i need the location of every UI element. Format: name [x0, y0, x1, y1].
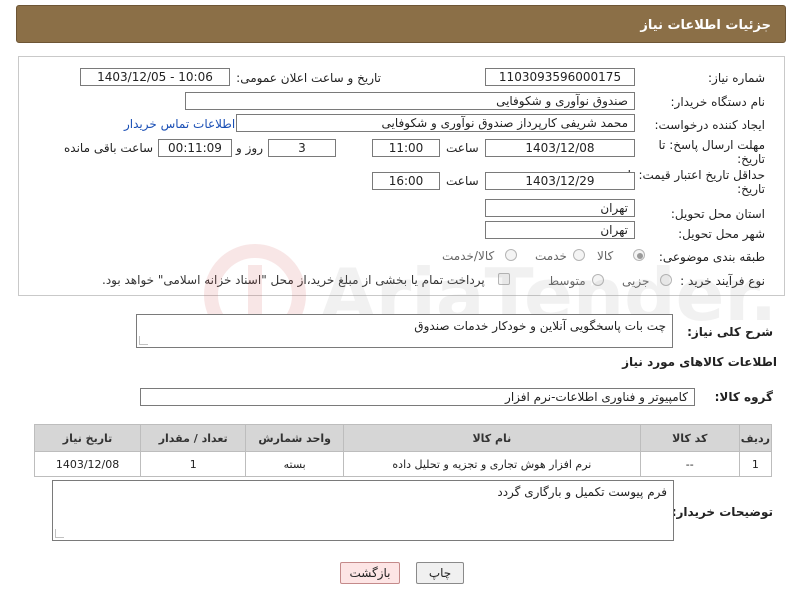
page-title-bar: جزئیات اطلاعات نیاز — [16, 5, 786, 43]
validity-time-field[interactable]: 16:00 — [372, 172, 440, 190]
buyer-contact-link[interactable]: اطلاعات تماس خریدار — [124, 117, 235, 131]
process-option-minor: جزیی — [622, 274, 650, 288]
cell-row: 1 — [738, 451, 773, 477]
deadline-label: مهلت ارسال پاسخ: تا — [658, 138, 765, 152]
category-label: طبقه بندی موضوعی: — [658, 250, 765, 264]
goods-group-field[interactable]: کامپیوتر و فناوری اطلاعات-نرم افزار — [140, 388, 695, 406]
category-option-both: کالا/خدمت — [442, 249, 495, 263]
resize-grip-icon[interactable] — [139, 336, 148, 345]
remaining-time-field[interactable]: 00:11:09 — [158, 139, 232, 157]
deadline-label-date: تاریخ: — [737, 152, 765, 166]
page-title: جزئیات اطلاعات نیاز — [640, 18, 771, 33]
province-label: استان محل تحویل: — [670, 207, 765, 221]
resize-grip-icon[interactable] — [55, 529, 64, 538]
goods-table: ردیف کد کالا نام کالا واحد شمارش تعداد /… — [33, 424, 773, 477]
goods-group-label: گروه کالا: — [714, 390, 773, 404]
treasury-payment-checkbox[interactable] — [498, 273, 510, 285]
category-option-service: خدمت — [535, 249, 567, 263]
description-text: چت بات پاسخگویی آنلاین و خودکار خدمات صن… — [414, 319, 666, 333]
deadline-time-label: ساعت — [446, 141, 479, 155]
cell-code: -- — [639, 451, 740, 477]
validity-label-date: تاریخ: — [737, 182, 765, 196]
need-number-label: شماره نیاز: — [708, 71, 765, 85]
col-qty: تعداد / مقدار — [140, 424, 247, 452]
back-button[interactable]: بازگشت — [340, 562, 400, 584]
deadline-date-field[interactable]: 1403/12/08 — [485, 139, 635, 157]
category-radio-goods[interactable] — [633, 249, 645, 261]
description-label: شرح کلی نیاز: — [687, 325, 773, 339]
remaining-time-label: ساعت باقی مانده — [64, 141, 154, 155]
announce-date-field[interactable]: 1403/12/05 - 10:06 — [80, 68, 230, 86]
days-field[interactable]: 3 — [268, 139, 336, 157]
buyer-notes-textarea[interactable]: فرم پیوست تکمیل و بارگاری گردد — [52, 480, 674, 541]
cell-unit: بسته — [245, 451, 345, 477]
buyer-notes-label: توضیحات خریدار: — [671, 505, 773, 519]
col-unit: واحد شمارش — [245, 424, 345, 452]
buyer-notes-text: فرم پیوست تکمیل و بارگاری گردد — [497, 485, 667, 499]
col-row: ردیف — [738, 424, 773, 452]
validity-label: حداقل تاریخ اعتبار قیمت: تا — [627, 168, 765, 182]
treasury-payment-note: پرداخت تمام یا بخشی از مبلغ خرید،از محل … — [102, 273, 485, 287]
buyer-org-field[interactable]: صندوق نوآوری و شکوفایی — [185, 92, 635, 110]
col-date: تاریخ نیاز — [33, 424, 142, 452]
validity-date-field[interactable]: 1403/12/29 — [485, 172, 635, 190]
col-name: نام کالا — [343, 424, 641, 452]
announce-date-label: تاریخ و ساعت اعلان عمومی: — [236, 71, 381, 85]
table-row[interactable]: 1 -- نرم افزار هوش تجاری و تجزیه و تحلیل… — [33, 451, 773, 477]
category-radio-both[interactable] — [505, 249, 517, 261]
cell-qty: 1 — [140, 451, 247, 477]
print-button[interactable]: چاپ — [416, 562, 464, 584]
process-option-medium: متوسط — [548, 274, 586, 288]
validity-time-label: ساعت — [446, 174, 479, 188]
creator-field[interactable]: محمد شریفی کارپرداز صندوق نوآوری و شکوفا… — [236, 114, 635, 132]
cell-name: نرم افزار هوش تجاری و تجزیه و تحلیل داده — [343, 451, 641, 477]
need-number-field[interactable]: 1103093596000175 — [485, 68, 635, 86]
city-label: شهر محل تحویل: — [678, 227, 765, 241]
creator-label: ایجاد کننده درخواست: — [654, 118, 765, 132]
goods-section-title: اطلاعات کالاهای مورد نیاز — [622, 355, 777, 369]
buyer-org-label: نام دستگاه خریدار: — [670, 95, 766, 109]
process-radio-minor[interactable] — [660, 274, 672, 286]
col-code: کد کالا — [639, 424, 740, 452]
category-option-goods: کالا — [597, 249, 614, 263]
cell-date: 1403/12/08 — [33, 451, 142, 477]
process-label: نوع فرآیند خرید : — [680, 274, 765, 288]
deadline-time-field[interactable]: 11:00 — [372, 139, 440, 157]
goods-table-header: ردیف کد کالا نام کالا واحد شمارش تعداد /… — [33, 424, 773, 452]
process-radio-medium[interactable] — [592, 274, 604, 286]
category-radio-service[interactable] — [573, 249, 585, 261]
days-label: روز و — [236, 141, 263, 155]
city-field[interactable]: تهران — [485, 221, 635, 239]
description-textarea[interactable]: چت بات پاسخگویی آنلاین و خودکار خدمات صن… — [136, 314, 673, 348]
province-field[interactable]: تهران — [485, 199, 635, 217]
